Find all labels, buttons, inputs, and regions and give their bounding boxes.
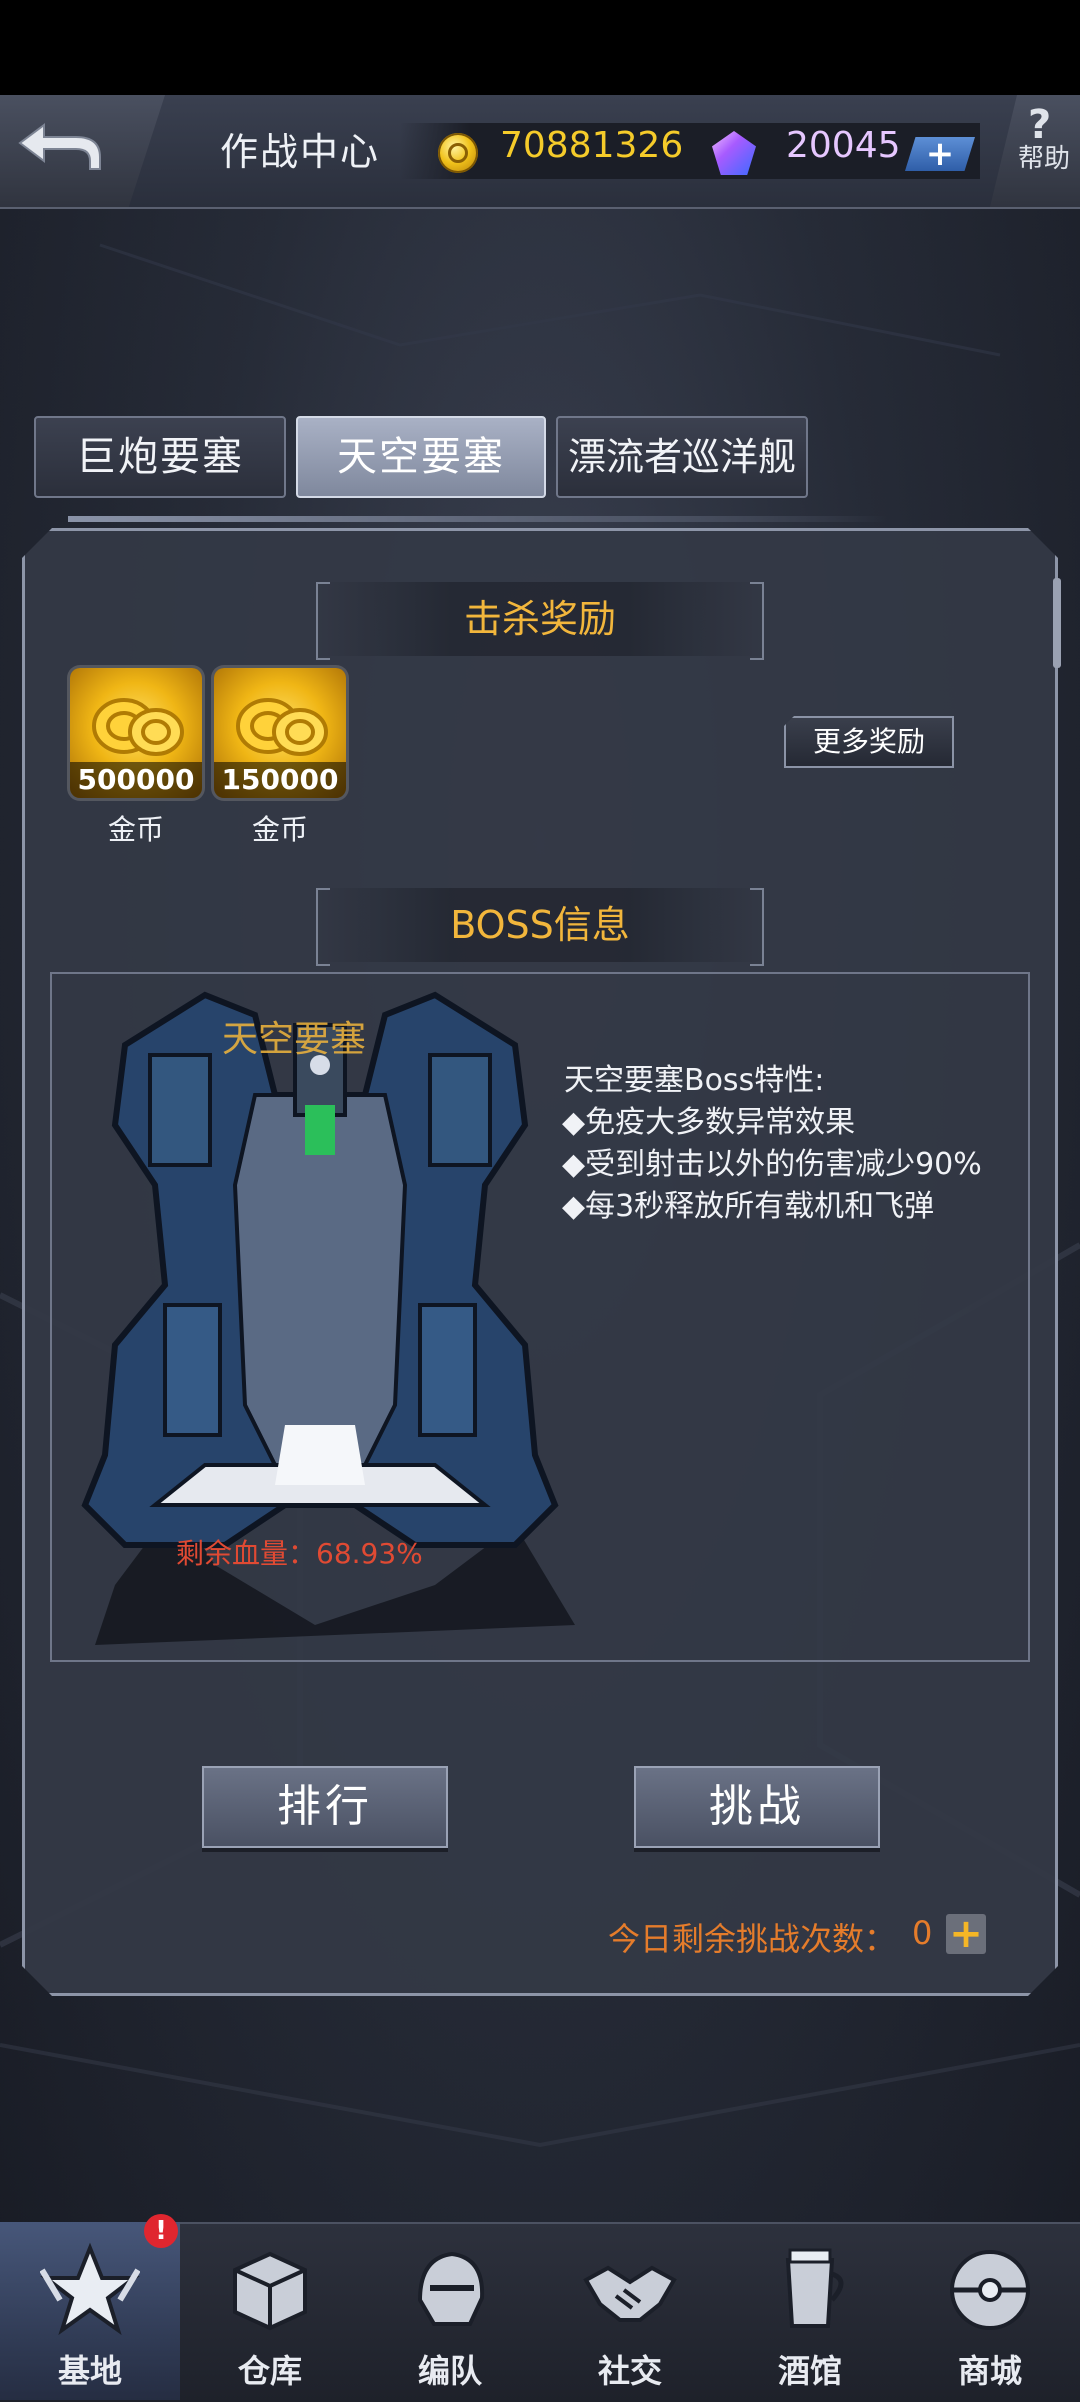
nav-label: 商城 [957,2352,1022,2390]
back-arrow-icon [18,123,101,170]
back-button[interactable] [0,95,165,207]
page-title: 作战中心 [220,130,381,174]
rank-button[interactable]: 排行 [202,1766,448,1848]
nav-label: 基地 [57,2352,122,2390]
nav-label: 仓库 [237,2352,302,2390]
nav-item-warehouse[interactable]: 仓库 [180,2222,360,2400]
boss-hp-remaining: 剩余血量：68.93% [176,1537,423,1570]
nav-item-shop[interactable]: 商城 [900,2222,1080,2400]
reward-amount: 500000 [70,762,202,798]
nav-label: 酒馆 [777,2352,842,2390]
reward-item[interactable]: 500000 [70,668,202,798]
gem-balance: 20045 [786,125,901,166]
more-rewards-button[interactable]: 更多奖励 [784,716,954,768]
handshake-icon [583,2265,677,2322]
top-bar: 作战中心 70881326 20045 + [0,95,1080,209]
nav-label: 编队 [417,2352,482,2390]
gold-coins-icon [92,698,184,756]
nav-item-social[interactable]: 社交 [540,2222,720,2400]
help-label[interactable]: 帮助 [1018,138,1070,175]
status-bar [0,0,1080,95]
warehouse-box-icon [233,2251,307,2331]
tavern-drink-icon [785,2248,844,2328]
remaining-attempts-count: 0 [912,1914,933,1952]
reward-item[interactable]: 150000 [214,668,346,798]
nav-item-squad[interactable]: 编队 [360,2222,540,2400]
challenge-button[interactable]: 挑战 [634,1766,880,1848]
base-star-icon [40,2242,140,2336]
tab-sky-fortress[interactable]: 天空要塞 [296,416,546,498]
remaining-attempts-label: 今日剩余挑战次数： [608,1920,897,1958]
nav-item-base[interactable]: 基地 [0,2222,180,2400]
boss-name-overlay: 天空要塞 [222,1019,367,1060]
gold-coins-icon [236,698,328,756]
reward-amount: 150000 [214,762,346,798]
add-attempts-button[interactable]: + [946,1914,986,1954]
panel-scrollbar[interactable] [1053,578,1061,668]
boss-traits-title: 天空要塞Boss特性: [564,1063,825,1098]
boss-trait: ◆免疫大多数异常效果 [562,1105,856,1140]
tab-underline [68,516,888,522]
notification-badge: ! [144,2214,178,2248]
add-gems-button[interactable]: + [905,137,975,171]
nav-item-tavern[interactable]: 酒馆 [720,2222,900,2400]
tab-drifter-cruiser[interactable]: 漂流者巡洋舰 [556,416,808,498]
nav-label: 社交 [597,2352,662,2390]
reward-label: 金币 [107,813,164,846]
kill-rewards-title: 击杀奖励 [316,582,764,660]
gold-coin-icon [438,133,478,173]
coin-balance: 70881326 [500,125,684,166]
reward-label: 金币 [251,813,308,846]
tab-giant-cannon-fortress[interactable]: 巨炮要塞 [34,416,286,498]
boss-trait: ◆每3秒释放所有载机和飞弹 [562,1189,935,1224]
boss-trait: ◆受到射击以外的伤害减少90% [562,1147,982,1182]
boss-info-title: BOSS信息 [316,888,764,966]
shop-capsule-icon [950,2250,1030,2330]
squad-helmet-icon [417,2251,485,2326]
